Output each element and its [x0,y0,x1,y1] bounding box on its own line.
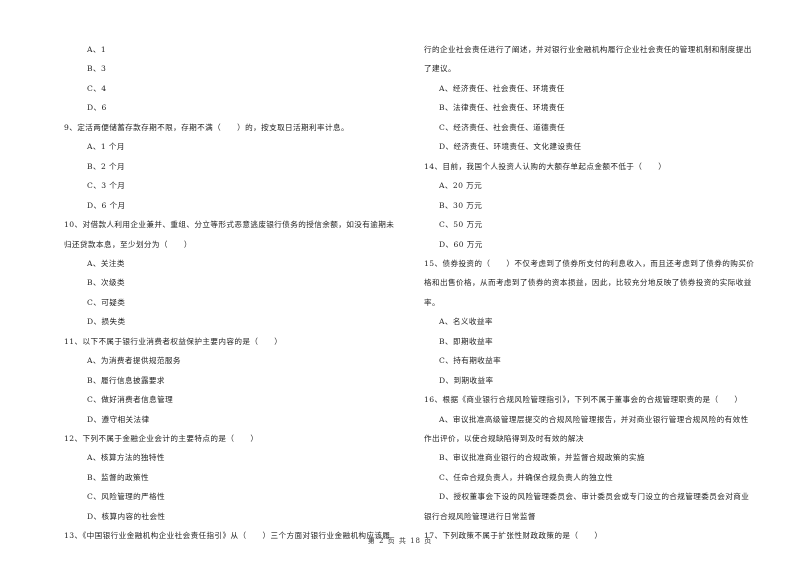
text-continuation: 行的企业社会责任进行了阐述，并对银行业金融机构履行企业社会责任的管理机制和制度提… [424,45,752,54]
answer-option: A、为消费者提供规范服务 [87,356,181,366]
text-continuation: 率。 [424,297,440,307]
answer-option: B、监督的政策性 [87,472,149,482]
answer-option: D、核算内容的社会性 [87,511,166,521]
answer-option: A、1 [87,45,107,54]
answer-option: D、到期收益率 [439,375,494,385]
answer-option: B、即期收益率 [439,336,493,346]
page-footer: 第 2 页 共 18 页 [367,537,433,545]
question-text: 10、对借款人利用企业兼并、重组、分立等形式恶意逃废银行债务的授信余额，如没有逾… [64,220,395,230]
answer-option: A、审议批准高级管理层提交的合规风险管理报告，并对商业银行管理合规风险的有效性 [439,414,749,424]
answer-option: C、3 个月 [87,181,126,191]
text-continuation: 作出评价，以使合规缺陷得到及时有效的解决 [424,434,584,443]
answer-option: D、6 [87,103,107,113]
answer-option: A、关注类 [87,258,125,268]
answer-option: B、审议批准商业银行的合规政策，并监督合规政策的实施 [439,453,645,463]
answer-option: A、经济责任、社会责任、环境责任 [439,83,565,93]
answer-option: D、损失类 [87,317,126,327]
answer-option: D、60 万元 [439,239,483,249]
answer-option: D、授权董事会下设的风险管理委员会、审计委员会或专门设立的合规管理委员会对商业 [439,492,750,502]
answer-option: A、名义收益率 [439,317,493,327]
answer-option: D、遵守相关法律 [87,414,150,424]
answer-option: B、3 [87,64,107,74]
text-continuation: 归还贷款本息，至少划分为（ ） [64,239,192,249]
answer-option: A、1 个月 [87,142,125,152]
answer-option: C、持有期收益率 [439,356,502,366]
answer-option: B、2 个月 [87,161,126,171]
answer-option: A、核算方法的独特性 [87,453,165,463]
answer-option: B、法律责任、社会责任、环境责任 [439,103,565,113]
answer-option: D、经济责任、环境责任、文化建设责任 [439,142,582,152]
question-text: 9、定活两便储蓄存款存期不限，存期不满（ ）的，按支取日活期利率计息。 [64,122,350,132]
answer-option: C、任命合规负责人，并确保合规负责人的独立性 [439,472,614,482]
answer-option: B、次级类 [87,278,125,288]
answer-option: C、经济责任、社会责任、道德责任 [439,122,566,132]
question-text: 12、下列不属于金融企业会计的主要特点的是（ ） [64,434,259,443]
answer-option: C、可疑类 [87,297,126,307]
answer-option: C、风险管理的严格性 [87,492,166,502]
text-continuation: 银行合规风险管理进行日常监督 [424,511,536,521]
question-text: 14、目前，我国个人投资人认购的大额存单起点金额不低于（ ） [424,161,667,171]
answer-option: B、30 万元 [439,200,483,210]
question-text: 16、根据《商业银行合规风险管理指引》，下列不属于董事会的合规管理职责的是（ ） [424,395,743,405]
question-text: 15、债券投资的（ ）不仅考虑到了债券所支付的利息收入，而且还考虑到了债券的购买… [424,258,755,268]
answer-option: C、做好消费者信息管理 [87,395,174,405]
answer-option: A、20 万元 [439,181,483,191]
text-continuation: 了建议。 [424,64,456,74]
answer-option: C、4 [87,83,107,93]
question-text: 11、以下不属于银行业消费者权益保护主要内容的是（ ） [64,336,283,346]
answer-option: D、6 个月 [87,200,126,210]
answer-option: B、履行信息披露要求 [87,375,165,385]
text-continuation: 格和出售价格，从而考虑到了债券的资本损益，因此，比较充分地反映了债券投资的实际收… [424,278,752,288]
answer-option: C、50 万元 [439,220,483,230]
